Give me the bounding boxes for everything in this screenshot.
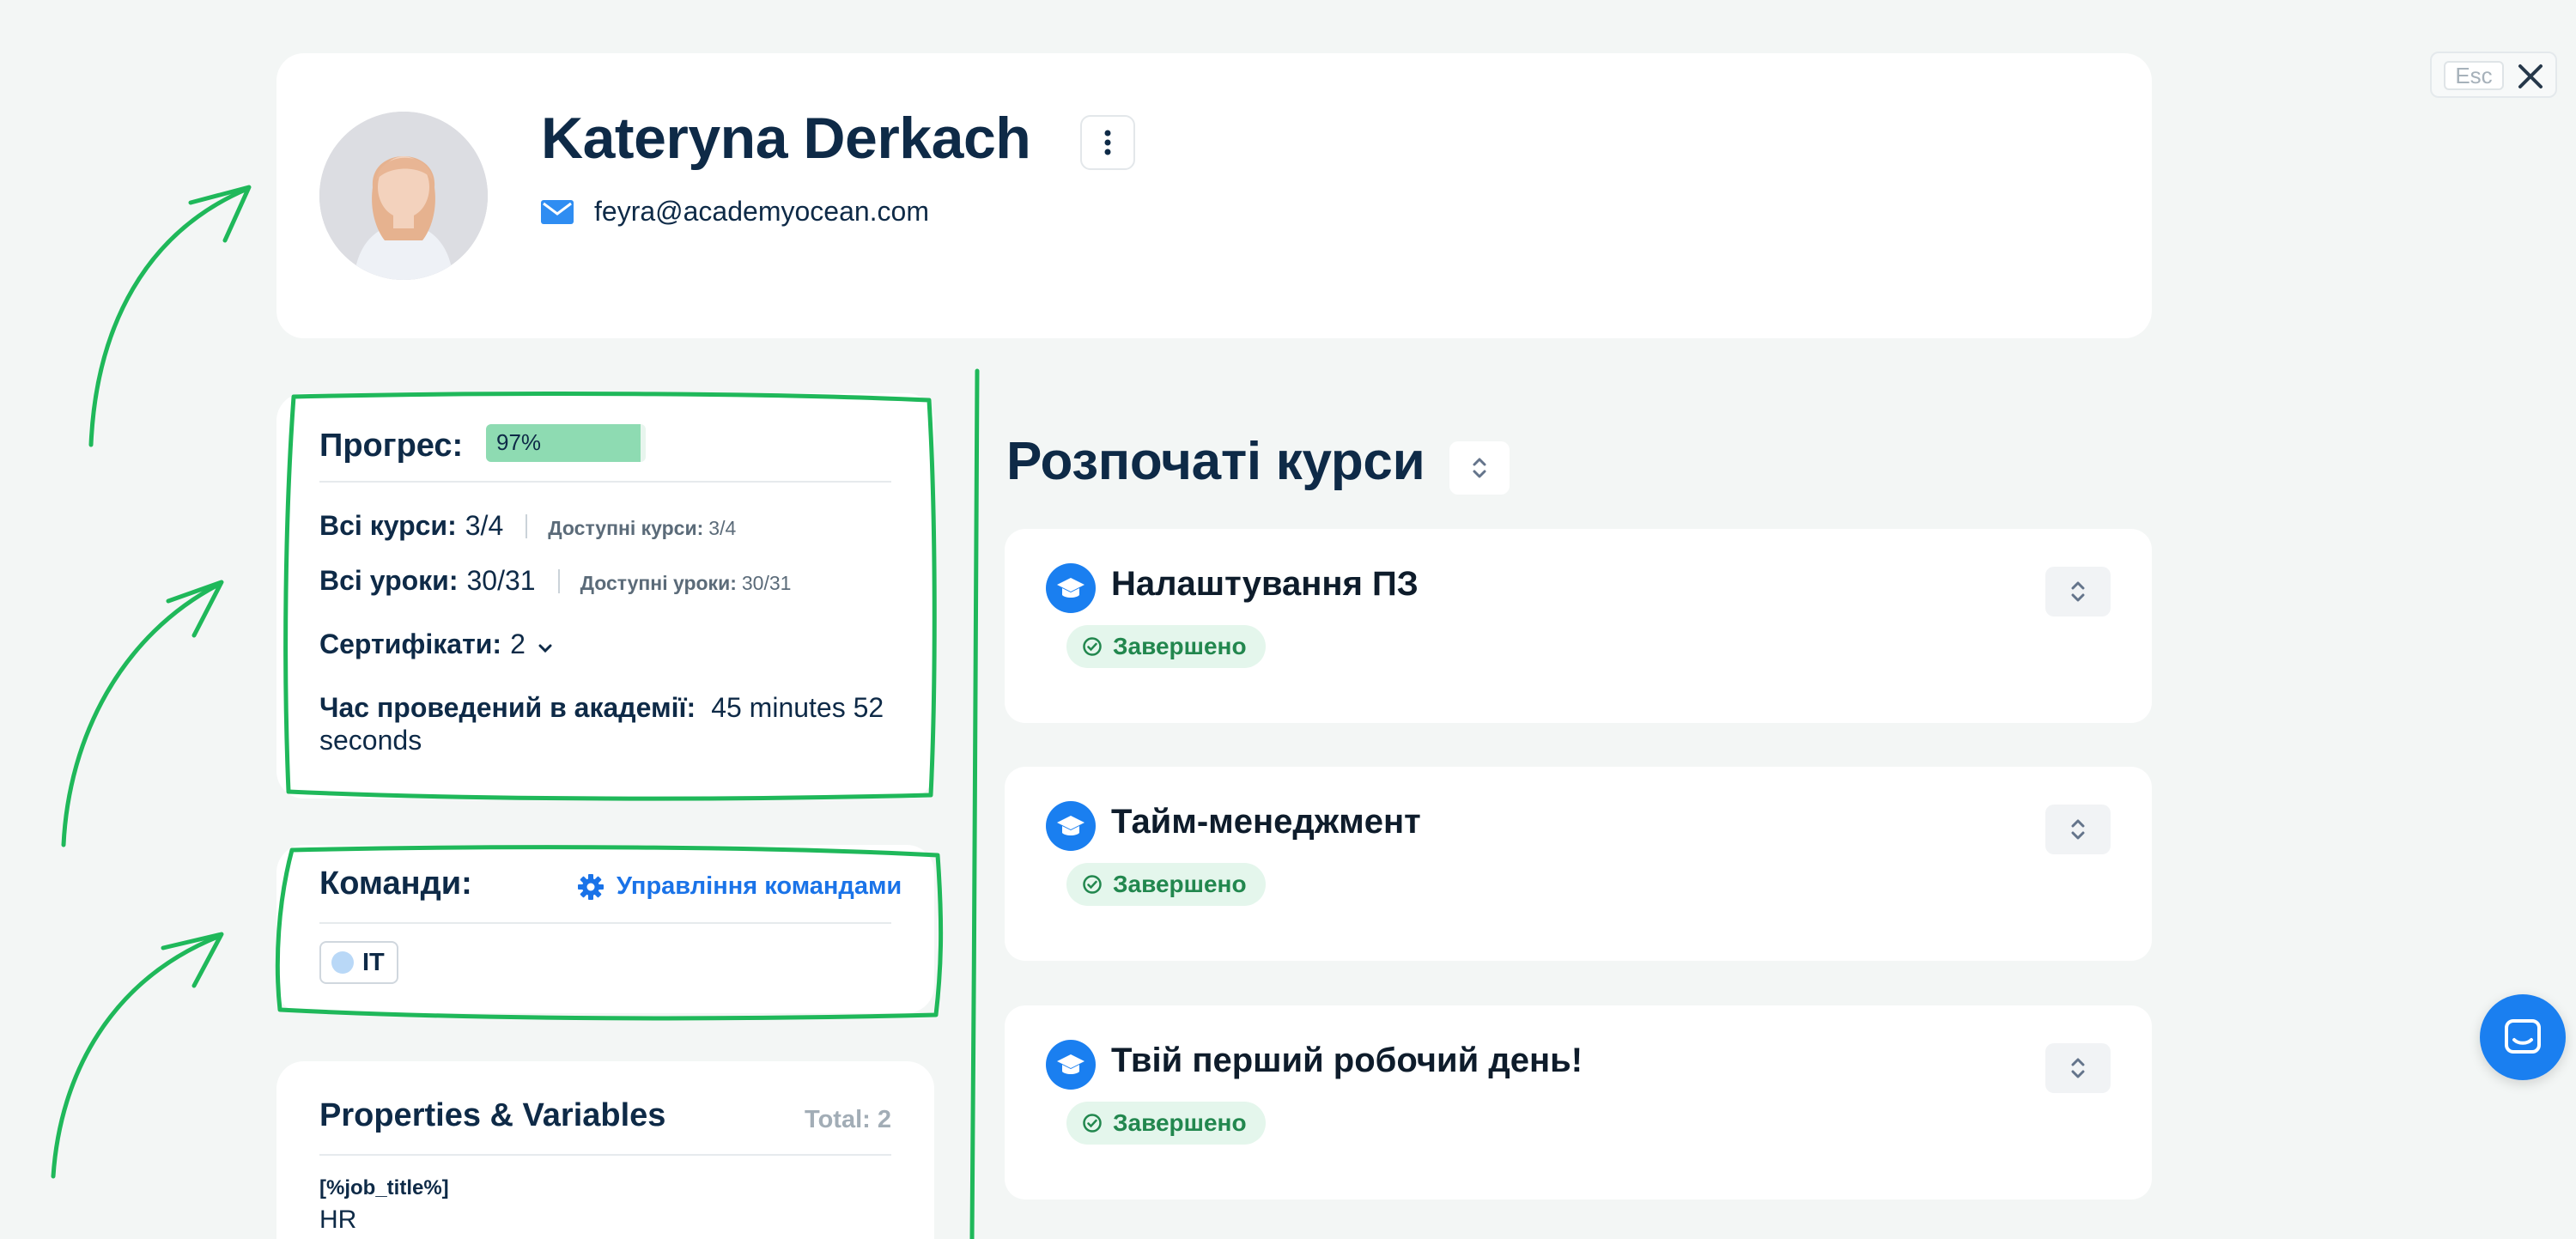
property-key: [%job_title%] [319, 1176, 449, 1200]
manage-teams-label: Управління командами [617, 872, 902, 900]
team-chip[interactable]: IT [319, 941, 398, 984]
certificates-toggle[interactable]: Сертифікати: 2 [319, 629, 553, 660]
course-card[interactable]: Твій перший робочий день! Завершено [1005, 1005, 2152, 1200]
annotation-arrow [166, 580, 224, 638]
all-courses-row: Всі курси: 3/4 Доступні курси: 3/4 [319, 510, 736, 542]
annotation-arrow [88, 186, 250, 447]
sort-courses-button[interactable] [1449, 441, 1510, 495]
divider [319, 481, 891, 483]
team-name: IT [362, 948, 385, 976]
chat-launcher-button[interactable] [2480, 994, 2566, 1080]
chevrons-up-down-icon [2071, 819, 2085, 840]
all-lessons-row: Всі уроки: 30/31 Доступні уроки: 30/31 [319, 565, 791, 597]
close-button[interactable]: Esc [2430, 52, 2557, 98]
all-courses-value: 3/4 [465, 510, 504, 541]
separator [557, 568, 560, 593]
check-circle-icon [1083, 875, 1102, 894]
course-title: Твій перший робочий день! [1111, 1042, 1583, 1079]
properties-card: Properties & Variables Total: 2 [%job_ti… [276, 1061, 934, 1239]
divider [319, 922, 891, 924]
user-email[interactable]: feyra@academyocean.com [594, 196, 929, 228]
user-name: Kateryna Derkach [541, 106, 1031, 171]
property-value: HR [319, 1206, 357, 1234]
all-lessons-label: Всі уроки: [319, 565, 459, 596]
graduation-cap-icon [1046, 1040, 1096, 1090]
team-color-dot [331, 951, 354, 974]
mail-icon [541, 199, 574, 224]
status-text: Завершено [1113, 1109, 1247, 1136]
chevron-down-icon [538, 644, 552, 653]
status-badge: Завершено [1066, 863, 1266, 906]
more-options-button[interactable] [1080, 115, 1135, 170]
progress-value: 97% [496, 429, 542, 455]
available-courses-label: Доступні курси: [548, 517, 704, 539]
close-icon [2518, 64, 2543, 88]
progress-card: Прогрес: 97% Всі курси: 3/4 Доступні кур… [276, 393, 934, 799]
chat-icon [2505, 1019, 2541, 1054]
email-row: feyra@academyocean.com [541, 196, 929, 228]
gear-icon [578, 873, 604, 900]
teams-title: Команди: [319, 865, 472, 902]
properties-title: Properties & Variables [319, 1097, 666, 1133]
divider [319, 1154, 891, 1156]
annotation-divider [969, 368, 980, 1239]
separator [526, 513, 528, 538]
all-courses-label: Всі курси: [319, 510, 457, 541]
time-spent-value: 45 minutes 52 [711, 692, 884, 723]
avatar-photo [319, 112, 488, 280]
check-circle-icon [1083, 1114, 1102, 1133]
check-circle-icon [1083, 637, 1102, 656]
time-spent-label: Час проведений в академії: [319, 692, 696, 723]
progress-bar: 97% [486, 424, 646, 462]
teams-card: Команди: Управління командами IT [276, 845, 934, 1013]
course-title: Тайм-менеджмент [1111, 803, 1421, 841]
progress-title: Прогрес: [319, 428, 464, 464]
graduation-cap-icon [1046, 801, 1096, 851]
time-spent-value-cont: seconds [319, 725, 422, 756]
certificates-label: Сертифікати: [319, 629, 502, 659]
annotation-arrow [188, 185, 252, 243]
avatar [319, 112, 488, 280]
expand-course-button[interactable] [2045, 805, 2111, 854]
available-courses-value: 3/4 [708, 517, 737, 539]
chevrons-up-down-icon [1473, 458, 1486, 478]
properties-total: Total: 2 [805, 1106, 891, 1133]
all-lessons-value: 30/31 [466, 565, 536, 596]
available-lessons-value: 30/31 [741, 572, 792, 594]
expand-course-button[interactable] [2045, 567, 2111, 616]
certificates-value: 2 [510, 629, 526, 659]
course-card[interactable]: Налаштування ПЗ Завершено [1005, 529, 2152, 723]
course-card[interactable]: Тайм-менеджмент Завершено [1005, 767, 2152, 961]
annotation-arrow [161, 932, 224, 988]
annotation-arrow [51, 933, 222, 1179]
time-spent-row: Час проведений в академії: 45 minutes 52 [319, 692, 884, 724]
chevrons-up-down-icon [2071, 1058, 2085, 1078]
annotation-arrow [61, 581, 222, 847]
available-lessons-label: Доступні уроки: [580, 572, 737, 594]
expand-course-button[interactable] [2045, 1043, 2111, 1093]
status-text: Завершено [1113, 871, 1247, 897]
status-badge: Завершено [1066, 625, 1266, 668]
course-title: Налаштування ПЗ [1111, 565, 1419, 603]
chevrons-up-down-icon [2071, 581, 2085, 602]
graduation-cap-icon [1046, 563, 1096, 613]
status-badge: Завершено [1066, 1102, 1266, 1145]
esc-key-hint: Esc [2444, 61, 2504, 90]
more-vertical-icon [1104, 130, 1111, 155]
profile-card: Kateryna Derkach feyra@academyocean.com [276, 53, 2152, 338]
started-courses-heading: Розпочаті курси [1006, 432, 1425, 491]
status-text: Завершено [1113, 633, 1247, 659]
manage-teams-link[interactable]: Управління командами [577, 872, 902, 901]
